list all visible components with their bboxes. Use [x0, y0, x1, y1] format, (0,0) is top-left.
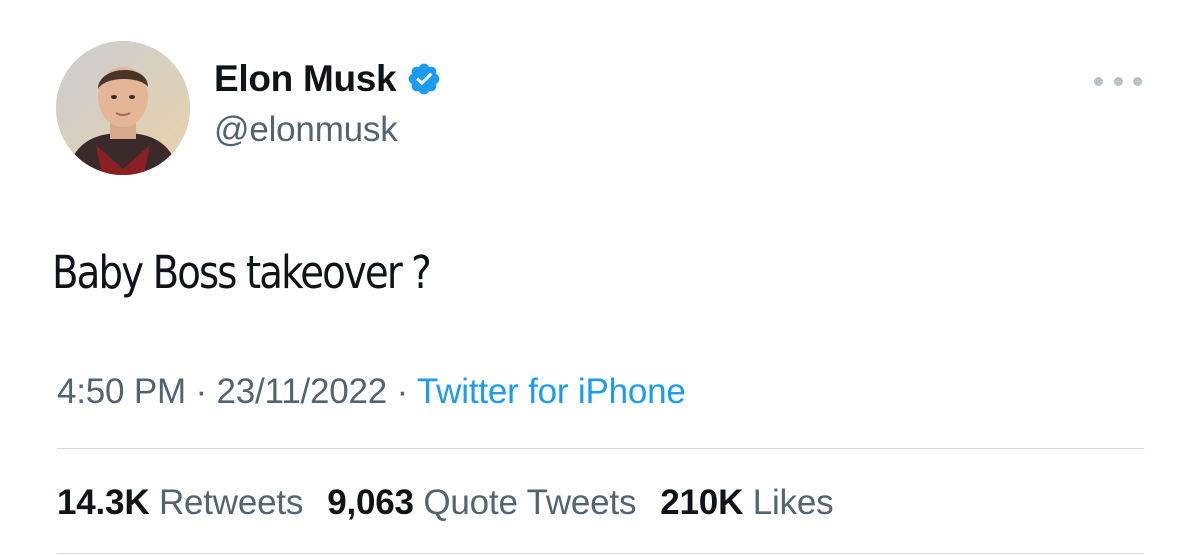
name-row: Elon Musk: [214, 56, 442, 102]
quote-tweets-count: 9,063: [327, 483, 414, 522]
dot-icon: [1094, 76, 1103, 86]
tweet-meta: 4:50 PM · 23/11/2022 · Twitter for iPhon…: [57, 372, 686, 412]
tweet-time[interactable]: 4:50 PM: [57, 372, 186, 411]
likes-label: Likes: [752, 483, 834, 522]
retweets-stat[interactable]: 14.3K Retweets: [57, 483, 303, 523]
meta-separator: ·: [387, 372, 417, 411]
divider: [57, 448, 1144, 449]
engagement-stats: 14.3K Retweets 9,063 Quote Tweets 210K L…: [57, 483, 857, 523]
quote-tweets-stat[interactable]: 9,063 Quote Tweets: [327, 483, 636, 523]
divider: [57, 553, 1144, 554]
author-block: Elon Musk @elonmusk: [214, 56, 442, 150]
tweet-text: Baby Boss takeover ?: [52, 246, 432, 299]
avatar[interactable]: [56, 41, 190, 175]
profile-photo-icon: [56, 41, 190, 175]
dot-icon: [1133, 76, 1142, 86]
retweets-label: Retweets: [158, 483, 304, 522]
tweet-date[interactable]: 23/11/2022: [216, 372, 387, 411]
user-handle[interactable]: @elonmusk: [214, 110, 442, 150]
likes-count: 210K: [660, 483, 744, 522]
source-link[interactable]: Twitter for iPhone: [417, 372, 686, 411]
verified-badge-icon: [406, 61, 442, 97]
more-options-button[interactable]: [1094, 70, 1142, 92]
retweets-count: 14.3K: [57, 483, 150, 522]
likes-stat[interactable]: 210K Likes: [660, 483, 833, 523]
dot-icon: [1113, 76, 1123, 86]
meta-separator: ·: [185, 372, 217, 411]
display-name[interactable]: Elon Musk: [214, 58, 397, 100]
quote-tweets-label: Quote Tweets: [423, 483, 637, 522]
tweet-card: Elon Musk @elonmusk Baby Boss takeover ?…: [0, 0, 1200, 555]
